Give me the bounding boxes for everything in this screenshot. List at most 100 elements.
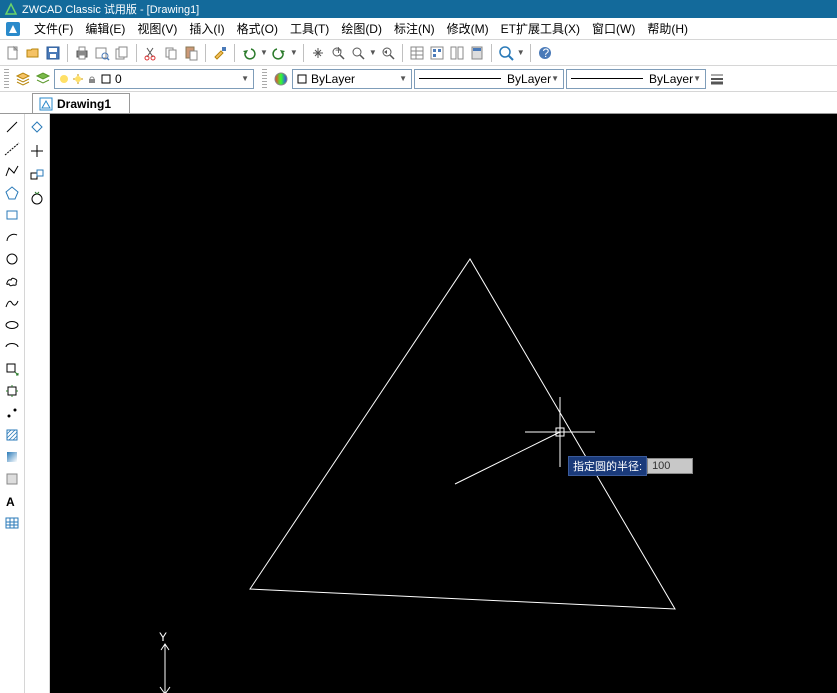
zoom-realtime-button[interactable]: + <box>329 44 347 62</box>
make-block-tool[interactable] <box>3 382 21 400</box>
layer-states-button[interactable] <box>34 70 52 88</box>
undo-dropdown-icon[interactable]: ▼ <box>260 48 268 57</box>
toolbar-grip[interactable] <box>262 69 267 89</box>
paste-button[interactable] <box>182 44 200 62</box>
print-button[interactable] <box>73 44 91 62</box>
modify-tool-2[interactable] <box>28 142 46 160</box>
save-button[interactable] <box>44 44 62 62</box>
menu-et[interactable]: ET扩展工具(X) <box>495 18 586 39</box>
draw-toolbar: A <box>0 114 25 693</box>
menu-draw[interactable]: 绘图(D) <box>335 18 388 39</box>
ellipse-tool[interactable] <box>3 316 21 334</box>
color-dropdown[interactable]: ByLayer ▼ <box>292 69 412 89</box>
help-button[interactable]: ? <box>536 44 554 62</box>
layer-manager-button[interactable] <box>14 70 32 88</box>
triangle-entity[interactable] <box>250 259 675 609</box>
lineweight-preview <box>571 78 643 79</box>
tool-palettes-button[interactable] <box>448 44 466 62</box>
revcloud-tool[interactable] <box>3 272 21 290</box>
menu-window[interactable]: 窗口(W) <box>586 18 641 39</box>
zoom-previous-button[interactable] <box>379 44 397 62</box>
color-control-button[interactable] <box>272 70 290 88</box>
modify-tool-3[interactable] <box>28 166 46 184</box>
color-label: ByLayer <box>311 72 355 86</box>
open-button[interactable] <box>24 44 42 62</box>
undo-button[interactable] <box>240 44 258 62</box>
publish-button[interactable] <box>113 44 131 62</box>
table-tool[interactable] <box>3 514 21 532</box>
app-menu-button[interactable] <box>4 20 22 38</box>
zoom-extents-dropdown-icon[interactable]: ▼ <box>517 48 525 57</box>
menu-bar: 文件(F) 编辑(E) 视图(V) 插入(I) 格式(O) 工具(T) 绘图(D… <box>0 18 837 40</box>
sun-icon <box>73 74 83 84</box>
separator <box>491 44 492 62</box>
line-tool[interactable] <box>3 118 21 136</box>
menu-insert[interactable]: 插入(I) <box>183 18 230 39</box>
properties-button[interactable] <box>408 44 426 62</box>
mtext-tool[interactable]: A <box>3 492 21 510</box>
arc-tool[interactable] <box>3 228 21 246</box>
separator <box>67 44 68 62</box>
zoom-window-button[interactable] <box>349 44 367 62</box>
copy-button[interactable] <box>162 44 180 62</box>
zoom-extents-button[interactable] <box>497 44 515 62</box>
linetype-preview <box>419 78 501 79</box>
gradient-tool[interactable] <box>3 448 21 466</box>
point-tool[interactable] <box>3 404 21 422</box>
menu-modify[interactable]: 修改(M) <box>441 18 495 39</box>
insert-block-tool[interactable] <box>3 360 21 378</box>
lineweight-label: ByLayer <box>649 72 693 86</box>
cut-button[interactable] <box>142 44 160 62</box>
hatch-tool[interactable] <box>3 426 21 444</box>
rectangle-tool[interactable] <box>3 206 21 224</box>
svg-text:Y: Y <box>159 630 167 644</box>
polyline-tool[interactable] <box>3 162 21 180</box>
menu-format[interactable]: 格式(O) <box>231 18 284 39</box>
ellipse-arc-tool[interactable] <box>3 338 21 356</box>
separator <box>402 44 403 62</box>
matchprop-button[interactable] <box>211 44 229 62</box>
menu-view[interactable]: 视图(V) <box>131 18 183 39</box>
window-title: ZWCAD Classic 试用版 - [Drawing1] <box>22 1 199 17</box>
drawing-canvas[interactable]: Y 指定圆的半径: 100 <box>50 114 837 693</box>
layers-toolbar: 0 ▼ ByLayer ▼ ByLayer ▼ ByLayer ▼ <box>0 66 837 92</box>
design-center-button[interactable] <box>428 44 446 62</box>
lineweight-settings-button[interactable] <box>708 70 726 88</box>
menu-edit[interactable]: 编辑(E) <box>79 18 131 39</box>
spline-tool[interactable] <box>3 294 21 312</box>
document-tab-bar: Drawing1 <box>0 92 837 114</box>
lock-icon <box>87 74 97 84</box>
calc-button[interactable] <box>468 44 486 62</box>
menu-dim[interactable]: 标注(N) <box>388 18 441 39</box>
redo-button[interactable] <box>270 44 288 62</box>
modify-tool-4[interactable] <box>28 190 46 208</box>
preview-button[interactable] <box>93 44 111 62</box>
svg-text:A: A <box>6 495 15 509</box>
color-box-icon <box>297 74 307 84</box>
linetype-label: ByLayer <box>507 72 551 86</box>
svg-text:?: ? <box>542 46 549 60</box>
construction-line-tool[interactable] <box>3 140 21 158</box>
layer-dropdown[interactable]: 0 ▼ <box>54 69 254 89</box>
menu-file[interactable]: 文件(F) <box>28 18 79 39</box>
zoom-dropdown-icon[interactable]: ▼ <box>369 48 377 57</box>
separator <box>205 44 206 62</box>
modify-tool-1[interactable] <box>28 118 46 136</box>
toolbar-grip[interactable] <box>4 69 9 89</box>
lineweight-dropdown[interactable]: ByLayer ▼ <box>566 69 706 89</box>
new-button[interactable] <box>4 44 22 62</box>
separator <box>303 44 304 62</box>
region-tool[interactable] <box>3 470 21 488</box>
document-tab[interactable]: Drawing1 <box>32 93 130 113</box>
svg-text:+: + <box>335 43 342 57</box>
chevron-down-icon: ▼ <box>241 74 249 83</box>
modify-toolbar <box>25 114 50 693</box>
prompt-value-input[interactable]: 100 <box>647 458 693 474</box>
redo-dropdown-icon[interactable]: ▼ <box>290 48 298 57</box>
linetype-dropdown[interactable]: ByLayer ▼ <box>414 69 564 89</box>
menu-tools[interactable]: 工具(T) <box>284 18 335 39</box>
circle-tool[interactable] <box>3 250 21 268</box>
menu-help[interactable]: 帮助(H) <box>641 18 694 39</box>
pan-button[interactable] <box>309 44 327 62</box>
polygon-tool[interactable] <box>3 184 21 202</box>
